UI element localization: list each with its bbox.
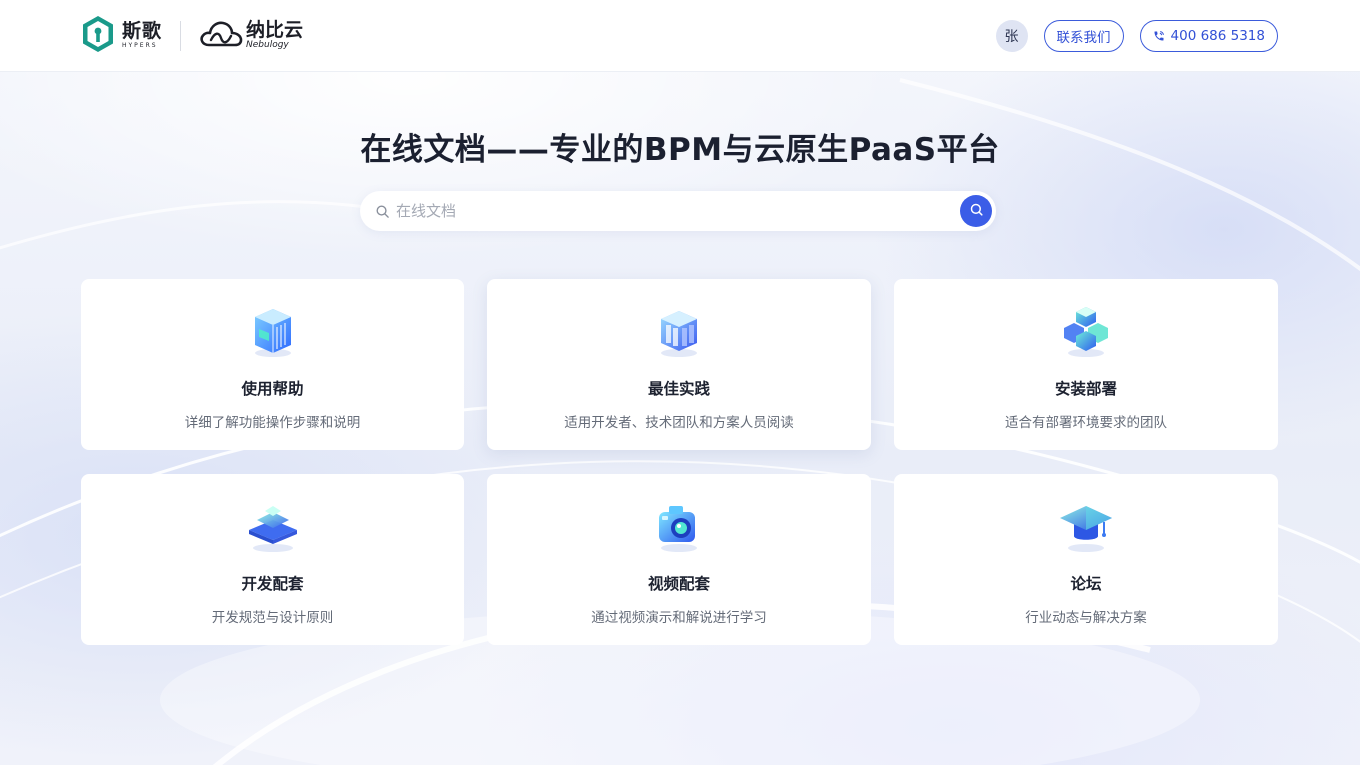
card-video-support[interactable]: 视频配套 通过视频演示和解说进行学习 (487, 474, 871, 645)
card-title: 安装部署 (1054, 380, 1117, 398)
page-title: 在线文档——专业的BPM与云原生PaaS平台 (360, 132, 1000, 168)
cloud-logo-icon (198, 18, 244, 54)
book-stack-icon (243, 301, 303, 361)
card-description: 详细了解功能操作步骤和说明 (184, 415, 361, 431)
phone-label: 400 686 5318 (1170, 27, 1265, 44)
user-avatar[interactable]: 张 (995, 19, 1028, 52)
library-icon (649, 301, 709, 361)
hyper-logo-icon (80, 14, 116, 58)
hyper-logo-cn: 斯歌 (122, 20, 163, 42)
search-input[interactable] (396, 202, 960, 220)
search-icon (375, 204, 390, 219)
category-cards: 使用帮助 详细了解功能操作步骤和说明 最佳实践 适用开发者、技术团队和方案人员阅… (81, 279, 1278, 645)
card-description: 通过视频演示和解说进行学习 (591, 610, 767, 626)
card-description: 行业动态与解决方案 (1025, 610, 1147, 626)
card-title: 最佳实践 (647, 380, 710, 398)
search-button-icon (969, 202, 984, 221)
card-title: 论坛 (1070, 575, 1102, 593)
card-description: 适用开发者、技术团队和方案人员阅读 (564, 415, 794, 431)
hyper-logo[interactable]: 斯歌 HYPERS (80, 14, 162, 58)
card-forum[interactable]: 论坛 行业动态与解决方案 (894, 474, 1278, 645)
card-description: 开发规范与设计原则 (211, 610, 334, 626)
card-dev-support[interactable]: 开发配套 开发规范与设计原则 (81, 474, 464, 645)
cubes-icon (1056, 301, 1116, 361)
card-best-practice[interactable]: 最佳实践 适用开发者、技术团队和方案人员阅读 (487, 279, 871, 450)
phone-button[interactable]: 400 686 5318 (1139, 19, 1278, 52)
card-install-deploy[interactable]: 安装部署 适合有部署环境要求的团队 (894, 279, 1278, 450)
contact-us-button[interactable]: 联系我们 (1043, 19, 1124, 52)
top-header: 斯歌 HYPERS 纳比云 Nebulogy 张 联系我们 400 686 53… (0, 0, 1360, 72)
camera-icon (649, 496, 709, 556)
phone-icon (1153, 30, 1165, 42)
card-usage-help[interactable]: 使用帮助 详细了解功能操作步骤和说明 (81, 279, 464, 450)
nebulogy-logo-en: Nebulogy (246, 40, 289, 50)
brand-divider (180, 20, 182, 51)
card-title: 开发配套 (241, 575, 304, 593)
contact-us-label: 联系我们 (1056, 29, 1111, 46)
card-title: 使用帮助 (241, 380, 304, 398)
search-bar (360, 191, 996, 231)
card-title: 视频配套 (647, 575, 710, 593)
search-button[interactable] (960, 195, 992, 227)
brand[interactable]: 斯歌 HYPERS 纳比云 Nebulogy (80, 14, 303, 58)
card-description: 适合有部署环境要求的团队 (1005, 415, 1167, 431)
hyper-logo-en: HYPERS (122, 42, 158, 49)
graduation-cap-icon (1056, 496, 1116, 556)
nebulogy-logo-cn: 纳比云 (246, 19, 304, 41)
nebulogy-logo[interactable]: 纳比云 Nebulogy (198, 18, 303, 54)
header-actions: 张 联系我们 400 686 5318 (995, 19, 1278, 52)
layers-icon (243, 496, 303, 556)
